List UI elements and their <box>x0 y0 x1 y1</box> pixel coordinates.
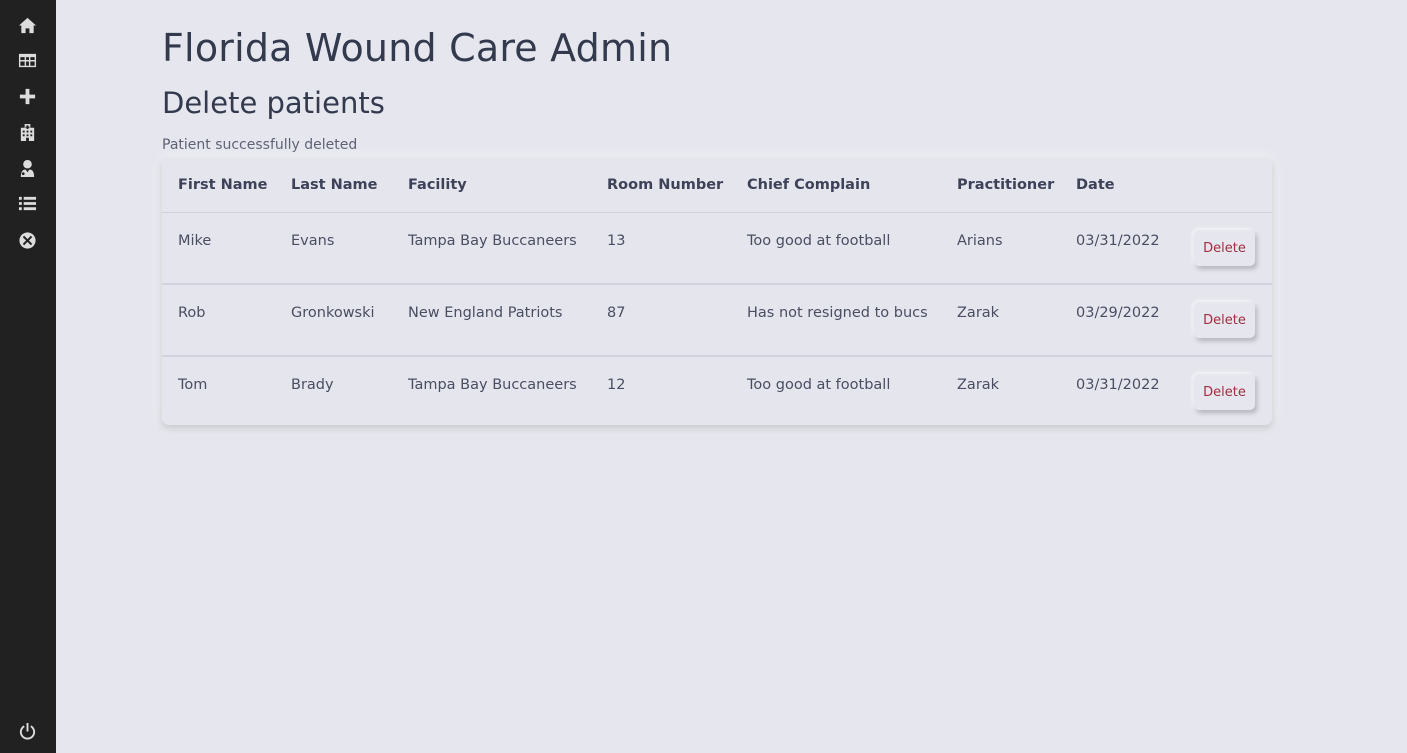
table-icon[interactable] <box>17 50 37 70</box>
column-header-action <box>1178 158 1272 213</box>
column-header-room-number: Room Number <box>591 158 731 213</box>
cell-first-name: Rob <box>162 284 275 357</box>
table-row: Tom Brady Tampa Bay Buccaneers 12 Too go… <box>162 356 1272 427</box>
column-header-first-name: First Name <box>162 158 275 213</box>
hospital-icon[interactable] <box>17 122 37 142</box>
plus-icon[interactable] <box>17 86 37 106</box>
cell-facility: Tampa Bay Buccaneers <box>392 356 591 427</box>
cell-action: Delete <box>1178 212 1272 285</box>
sidebar <box>0 0 56 753</box>
cell-last-name: Evans <box>275 212 392 285</box>
app-title: Florida Wound Care Admin <box>162 26 673 70</box>
cell-practitioner: Zarak <box>941 356 1060 427</box>
facility-value: Tampa Bay Buccaneers <box>408 233 577 249</box>
cell-date: 03/29/2022 <box>1060 284 1178 357</box>
power-icon[interactable] <box>17 721 37 741</box>
column-header-chief-complain: Chief Complain <box>731 158 941 213</box>
cell-last-name: Gronkowski <box>275 284 392 357</box>
facility-value: New England Patriots <box>408 305 563 321</box>
first-name-value: Tom <box>178 377 208 393</box>
table-row: Rob Gronkowski New England Patriots 87 H… <box>162 284 1272 357</box>
date-value: 03/31/2022 <box>1076 233 1160 249</box>
cell-chief-complain: Has not resigned to bucs <box>731 284 941 357</box>
cell-first-name: Tom <box>162 356 275 427</box>
column-header-practitioner: Practitioner <box>941 158 1060 213</box>
practitioner-value: Zarak <box>957 305 1000 321</box>
cell-action: Delete <box>1178 356 1272 427</box>
practitioner-value: Arians <box>957 233 1003 249</box>
cell-action: Delete <box>1178 284 1272 357</box>
cell-first-name: Mike <box>162 212 275 285</box>
status-message: Patient successfully deleted <box>162 137 358 153</box>
column-header-facility: Facility <box>392 158 591 213</box>
cell-practitioner: Arians <box>941 212 1060 285</box>
close-circle-icon[interactable] <box>17 230 37 250</box>
facility-value: Tampa Bay Buccaneers <box>408 377 577 393</box>
column-header-date: Date <box>1060 158 1178 213</box>
cell-date: 03/31/2022 <box>1060 212 1178 285</box>
doctor-icon[interactable] <box>17 158 37 178</box>
last-name-value: Brady <box>291 377 334 393</box>
chief-complain-value: Too good at football <box>747 377 891 393</box>
chief-complain-value: Too good at football <box>747 233 891 249</box>
last-name-value: Evans <box>291 233 335 249</box>
table-header-row: First Name Last Name Facility Room Numbe… <box>162 158 1272 213</box>
column-header-last-name: Last Name <box>275 158 392 213</box>
date-value: 03/29/2022 <box>1076 305 1160 321</box>
delete-button[interactable]: Delete <box>1194 230 1255 266</box>
cell-facility: Tampa Bay Buccaneers <box>392 212 591 285</box>
room-number-value: 87 <box>607 305 626 321</box>
cell-facility: New England Patriots <box>392 284 591 357</box>
home-icon[interactable] <box>17 15 37 35</box>
delete-button[interactable]: Delete <box>1194 374 1255 410</box>
list-icon[interactable] <box>17 193 37 213</box>
last-name-value: Gronkowski <box>291 305 375 321</box>
date-value: 03/31/2022 <box>1076 377 1160 393</box>
cell-chief-complain: Too good at football <box>731 212 941 285</box>
cell-practitioner: Zarak <box>941 284 1060 357</box>
cell-room-number: 87 <box>591 284 731 357</box>
cell-last-name: Brady <box>275 356 392 427</box>
table-row: Mike Evans Tampa Bay Buccaneers 13 Too g… <box>162 212 1272 285</box>
cell-room-number: 12 <box>591 356 731 427</box>
first-name-value: Rob <box>178 305 206 321</box>
room-number-value: 12 <box>607 377 626 393</box>
cell-date: 03/31/2022 <box>1060 356 1178 427</box>
cell-room-number: 13 <box>591 212 731 285</box>
chief-complain-value: Has not resigned to bucs <box>747 305 928 321</box>
patients-table: First Name Last Name Facility Room Numbe… <box>162 158 1272 427</box>
patients-table-card: First Name Last Name Facility Room Numbe… <box>162 158 1272 425</box>
room-number-value: 13 <box>607 233 626 249</box>
practitioner-value: Zarak <box>957 377 1000 393</box>
cell-chief-complain: Too good at football <box>731 356 941 427</box>
delete-button[interactable]: Delete <box>1194 302 1255 338</box>
first-name-value: Mike <box>178 233 212 249</box>
page-title: Delete patients <box>162 86 385 120</box>
